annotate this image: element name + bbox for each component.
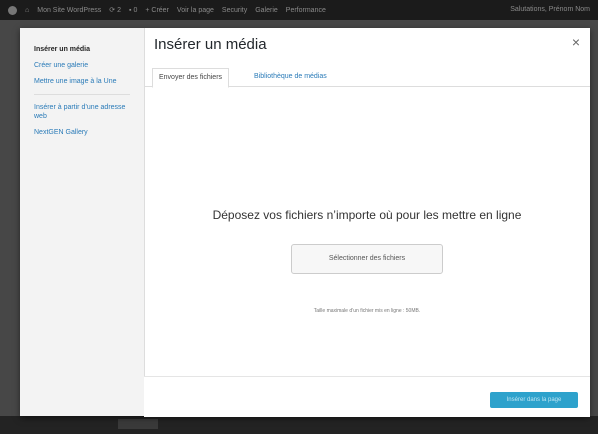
admin-bar: ⌂ Mon Site WordPress ⟳ 2 ▪ 0 + Créer Voi…	[0, 0, 598, 20]
media-frame: Insérer un média × Envoyer des fichiers …	[144, 28, 590, 417]
media-modal: Insérer un média Créer une galerie Mettr…	[20, 28, 590, 417]
media-router-tabs: Envoyer des fichiers Bibliothèque de méd…	[144, 64, 590, 88]
insert-into-page-button[interactable]: Insérer dans la page	[490, 392, 578, 408]
media-menu: Insérer un média Créer une galerie Mettr…	[20, 28, 145, 416]
menu-item-insert-from-url[interactable]: Insérer à partir d’une adresse web	[20, 103, 144, 121]
admin-bar-new[interactable]: + Créer	[145, 7, 169, 14]
menu-item-nextgen-gallery[interactable]: NextGEN Gallery	[20, 128, 144, 137]
admin-bar-site-name[interactable]: Mon Site WordPress	[37, 7, 101, 14]
max-upload-size: Taille maximale d’un fichier mis en lign…	[313, 308, 421, 314]
admin-bar-performance[interactable]: Performance	[286, 7, 326, 14]
home-icon[interactable]: ⌂	[25, 7, 29, 14]
close-icon[interactable]: ×	[572, 34, 580, 50]
wordpress-logo-icon[interactable]	[8, 5, 17, 15]
menu-item-insert-media[interactable]: Insérer un média	[20, 45, 144, 54]
admin-bar-comments[interactable]: ▪ 0	[129, 7, 137, 14]
admin-bar-account[interactable]: Salutations, Prénom Nom	[510, 6, 590, 13]
page-bottom-bar	[0, 416, 598, 434]
tab-upload-files[interactable]: Envoyer des fichiers	[152, 68, 230, 88]
select-files-button[interactable]: Sélectionner des fichiers	[291, 244, 443, 274]
page-bottom-stub	[118, 419, 158, 429]
menu-item-create-gallery[interactable]: Créer une galerie	[20, 61, 144, 70]
admin-bar-new-label: Créer	[151, 6, 169, 14]
updates-count: 2	[117, 7, 122, 14]
comments-count: 0	[133, 6, 138, 14]
admin-bar-gallery[interactable]: Galerie	[255, 7, 278, 14]
drop-instructions: Déposez vos fichiers n’importe où pour l…	[212, 208, 522, 222]
admin-bar-updates[interactable]: ⟳ 2	[109, 6, 121, 14]
menu-item-featured-image[interactable]: Mettre une image à la Une	[20, 77, 144, 86]
admin-bar-view-page[interactable]: Voir la page	[177, 7, 214, 14]
modal-title: Insérer un média	[154, 36, 267, 53]
menu-separator	[34, 94, 130, 95]
media-toolbar: Insérer dans la page	[144, 376, 590, 417]
tab-media-library[interactable]: Bibliothèque de médias	[248, 68, 333, 86]
admin-bar-security[interactable]: Security	[222, 7, 247, 14]
